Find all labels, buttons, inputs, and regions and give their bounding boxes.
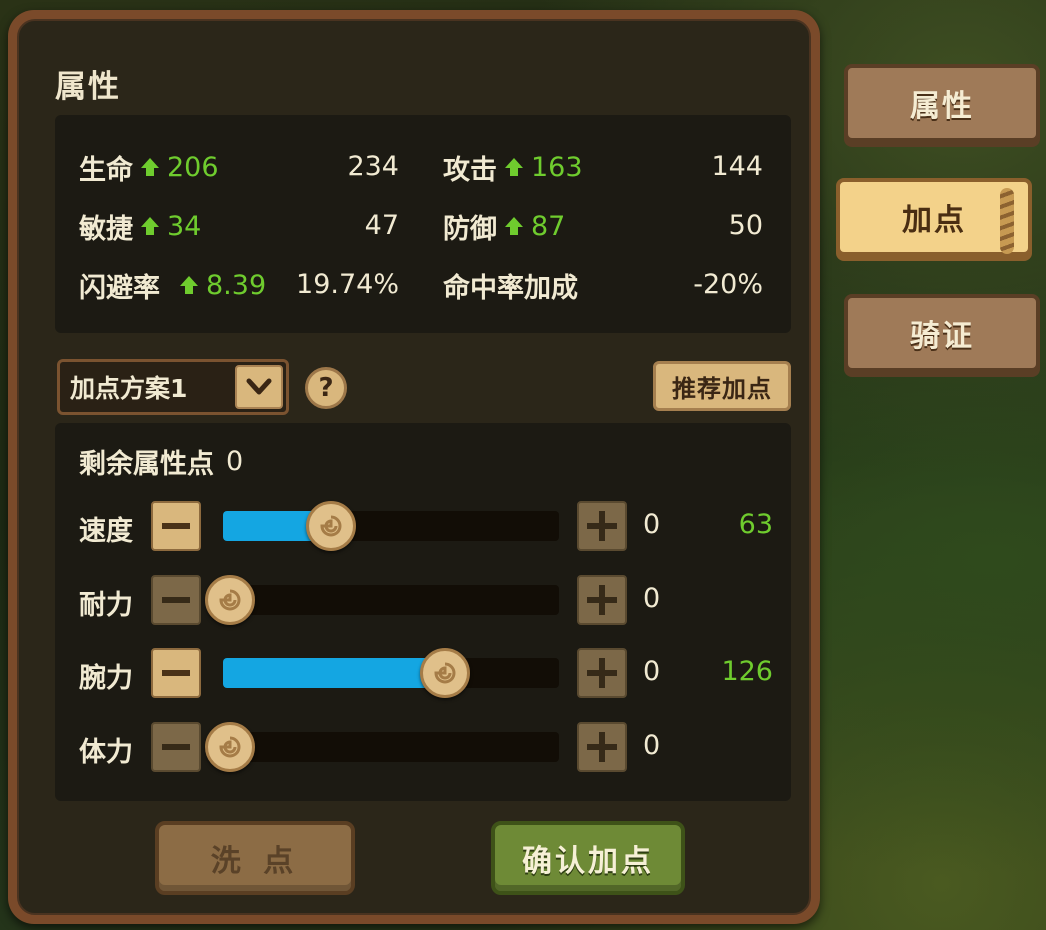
decrease-button[interactable] [151,501,201,551]
stat-value: 50 [728,210,763,241]
total-value: 126 [721,656,773,687]
tab-mount-license[interactable]: 骑证 [844,294,1040,372]
attr-row-endurance: 耐力 0 [55,575,791,627]
slider-fill [223,658,445,688]
plus-icon [587,732,617,762]
stat-hp: 生命 206 [79,149,219,186]
remaining-points-value: 0 [226,445,244,477]
stat-bonus-value: 206 [167,151,219,183]
tab-add-points[interactable]: 加点 [836,178,1032,256]
plus-icon [587,511,617,541]
minus-icon [162,597,190,603]
tab-label: 属性 [910,89,974,124]
stat-name: 攻击 [443,154,497,186]
stat-bonus: 163 [505,152,583,183]
stat-dodge: 闪避率 8.39 [79,267,266,304]
stat-bonus-value: 87 [531,210,566,242]
stat-name: 防御 [443,213,497,245]
stat-defense: 防御 87 [443,208,565,245]
stat-value: 47 [364,210,399,241]
up-arrow-icon [141,158,159,176]
plus-icon [587,585,617,615]
attr-row-speed: 速度 0 63 [55,501,791,553]
allocated-value: 0 [643,656,661,687]
stat-value: 19.74% [296,269,399,300]
panel-title: 属性 [55,69,121,105]
attr-name: 耐力 [79,590,133,621]
recommend-points-button[interactable]: 推荐加点 [653,361,791,411]
minus-icon [162,523,190,529]
chevron-down-icon[interactable] [235,365,283,409]
decrease-button[interactable] [151,722,201,772]
slider-knob[interactable] [305,501,356,551]
increase-button[interactable] [577,501,627,551]
minus-icon [162,744,190,750]
decrease-button[interactable] [151,575,201,625]
reset-points-button[interactable]: 洗 点 [155,821,355,895]
up-arrow-icon [180,276,198,294]
attr-row-vitality: 体力 0 [55,722,791,774]
attribute-panel-inner: 属性 生命 206 234 攻击 163 144 敏捷 34 47 防御 87 [17,19,811,915]
points-box: 剩余属性点 0 速度 0 63 耐力 0 腕力 0 126 体力 0 [55,423,791,801]
stat-name: 敏捷 [79,213,133,245]
total-value: 63 [738,509,773,540]
stat-name: 闪避率 [79,272,160,304]
stat-bonus: 206 [141,152,219,183]
up-arrow-icon [505,158,523,176]
rope-decoration [1000,188,1014,254]
remaining-points-label: 剩余属性点 [79,448,214,480]
slider-track[interactable] [223,648,559,698]
slider-knob[interactable] [204,722,255,772]
attribute-panel: 属性 生命 206 234 攻击 163 144 敏捷 34 47 防御 87 [8,10,820,924]
increase-button[interactable] [577,648,627,698]
slider-track[interactable] [204,722,559,772]
attr-name: 腕力 [79,663,133,694]
attr-name: 速度 [79,516,133,547]
stat-bonus: 87 [505,211,565,242]
help-icon[interactable]: ? [305,367,347,409]
tab-attributes[interactable]: 属性 [844,64,1040,142]
confirm-points-button[interactable]: 确认加点 [491,821,685,895]
stat-name: 生命 [79,154,133,186]
stat-name: 命中率加成 [443,272,578,304]
attr-name: 体力 [79,737,133,768]
up-arrow-icon [141,217,159,235]
plus-icon [587,658,617,688]
attr-row-strength: 腕力 0 126 [55,648,791,700]
decrease-button[interactable] [151,648,201,698]
remaining-points: 剩余属性点 0 [79,441,243,481]
allocated-value: 0 [643,730,661,761]
stat-attack: 攻击 163 [443,149,583,186]
stat-value: -20% [693,269,763,300]
stat-agility: 敏捷 34 [79,208,201,245]
tab-label: 骑证 [910,319,974,354]
slider-track[interactable] [204,575,559,625]
stats-box: 生命 206 234 攻击 163 144 敏捷 34 47 防御 87 50 [55,115,791,333]
tab-label: 加点 [902,203,966,238]
stat-bonus: 8.39 [180,270,266,301]
increase-button[interactable] [577,722,627,772]
slider-track[interactable] [223,501,559,551]
allocated-value: 0 [643,509,661,540]
increase-button[interactable] [577,575,627,625]
stat-value: 234 [347,151,399,182]
stat-bonus-value: 8.39 [206,269,267,301]
stat-bonus-value: 163 [531,151,583,183]
minus-icon [162,670,190,676]
allocated-value: 0 [643,583,661,614]
up-arrow-icon [505,217,523,235]
stat-value: 144 [711,151,763,182]
slider-knob[interactable] [204,575,255,625]
stat-hit-bonus: 命中率加成 [443,267,578,304]
stat-bonus-value: 34 [167,210,202,242]
plan-select[interactable]: 加点方案1 [57,359,289,415]
slider-knob[interactable] [419,648,470,698]
stat-bonus: 34 [141,211,201,242]
plan-select-label: 加点方案1 [70,374,188,403]
